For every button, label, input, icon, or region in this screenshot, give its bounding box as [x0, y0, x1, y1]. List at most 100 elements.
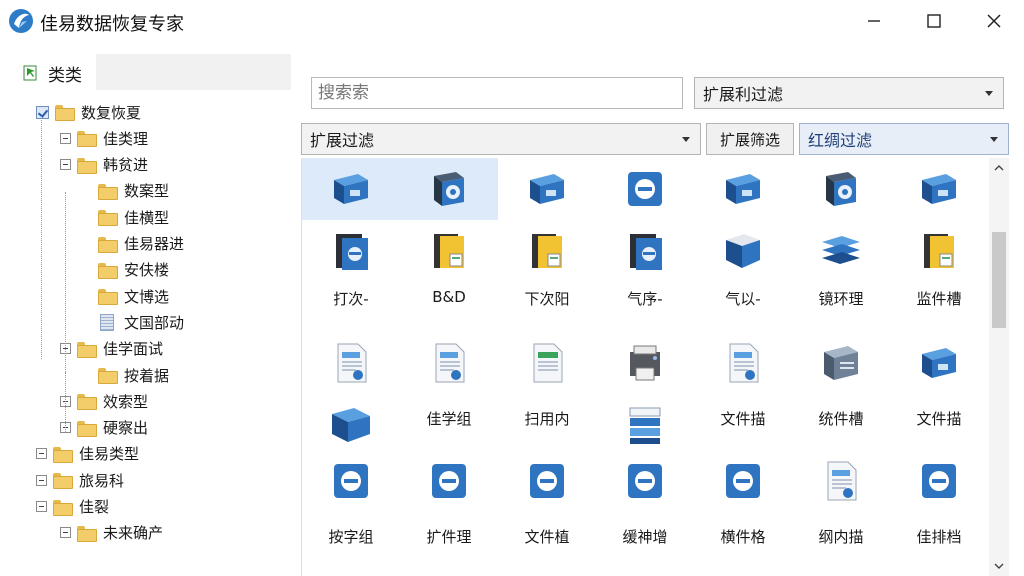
category-header[interactable]: 类类: [22, 58, 82, 88]
file-item[interactable]: 佳排档: [890, 512, 988, 562]
tree-item[interactable]: 佳横型: [98, 205, 169, 229]
minimize-button[interactable]: [842, 0, 906, 42]
tree-item[interactable]: 佳易类型: [36, 442, 139, 466]
file-item[interactable]: 镜环理: [792, 220, 890, 308]
file-item[interactable]: [890, 332, 988, 394]
file-item[interactable]: 打次-: [302, 220, 400, 308]
file-item[interactable]: 文件描: [890, 394, 988, 444]
file-item[interactable]: 监件槽: [890, 220, 988, 308]
file-item[interactable]: 文件植: [498, 512, 596, 562]
tree-item[interactable]: 数复恢夏: [36, 100, 141, 124]
package-icon: [916, 340, 962, 386]
extension-filter-select[interactable]: 扩展利过滤: [694, 77, 1004, 109]
tree-item-label: 未来确产: [103, 524, 164, 543]
disc-icon: [720, 458, 766, 504]
tree-item-label: 数案型: [124, 182, 170, 201]
tree-item[interactable]: 数案型: [98, 179, 169, 203]
file-item[interactable]: [302, 332, 400, 394]
tree-item[interactable]: 按着据: [98, 363, 169, 387]
file-item[interactable]: [694, 332, 792, 394]
file-item[interactable]: [400, 158, 498, 220]
minimize-icon: [868, 20, 880, 22]
file-item[interactable]: 文件描: [694, 394, 792, 444]
file-item[interactable]: [302, 450, 400, 512]
vertical-scrollbar[interactable]: [989, 158, 1009, 576]
file-item[interactable]: 气以-: [694, 220, 792, 308]
file-item[interactable]: [596, 450, 694, 512]
folder-icon: [77, 394, 97, 411]
file-item[interactable]: [302, 394, 400, 456]
file-item[interactable]: [792, 450, 890, 512]
close-button[interactable]: [962, 0, 1024, 42]
chevron-down-icon: [682, 137, 690, 142]
tree-item[interactable]: 佳易器进: [98, 232, 184, 256]
file-item[interactable]: 气序-: [596, 220, 694, 308]
file-item[interactable]: 扫用内: [498, 394, 596, 444]
collapse-icon[interactable]: [36, 501, 47, 512]
tree-item[interactable]: 佳裂: [36, 495, 109, 519]
collapse-icon[interactable]: [36, 448, 47, 460]
collapse-icon[interactable]: [60, 527, 71, 539]
collapse-icon[interactable]: [60, 132, 71, 144]
red-filter-select[interactable]: 红绸过滤: [799, 123, 1009, 155]
collapse-icon[interactable]: [60, 159, 71, 171]
printer-icon: [622, 340, 668, 386]
file-item[interactable]: [596, 158, 694, 220]
disc-icon: [426, 458, 472, 504]
file-item[interactable]: [400, 332, 498, 394]
file-item[interactable]: B&D: [400, 220, 498, 306]
file-item[interactable]: [596, 394, 694, 456]
tree-item[interactable]: 佳类理: [60, 126, 148, 150]
tree-item[interactable]: 文博选: [98, 284, 169, 308]
scroll-up-button[interactable]: [989, 158, 1009, 178]
file-item[interactable]: [400, 450, 498, 512]
file-item[interactable]: 扩件理: [400, 512, 498, 562]
file-item[interactable]: 按字组: [302, 512, 400, 562]
app-logo-icon: [9, 9, 33, 33]
file-item[interactable]: 纲内描: [792, 512, 890, 562]
file-item[interactable]: 统件槽: [792, 394, 890, 444]
tree-item-label: 按着据: [124, 366, 170, 385]
file-item[interactable]: [792, 332, 890, 394]
document-icon: [720, 340, 766, 386]
file-item-label: 佳学组: [426, 410, 472, 428]
search-input[interactable]: [311, 77, 683, 109]
open-box-icon: [328, 402, 374, 448]
collapse-icon[interactable]: [36, 474, 47, 486]
file-item[interactable]: 佳学组: [400, 394, 498, 444]
tree-item[interactable]: 旅易科: [36, 468, 124, 492]
checkbox-icon[interactable]: [36, 105, 49, 119]
filter-select[interactable]: 扩展过滤: [301, 123, 701, 155]
file-item[interactable]: 缓神增: [596, 512, 694, 562]
tree-item[interactable]: 硬察出: [60, 416, 148, 440]
file-item[interactable]: [596, 332, 694, 394]
tree-item[interactable]: 佳学面试: [60, 337, 163, 361]
tree-item[interactable]: 未来确产: [60, 521, 163, 545]
file-item[interactable]: [498, 158, 596, 220]
file-item[interactable]: [694, 450, 792, 512]
tree-item[interactable]: 效索型: [60, 389, 148, 413]
file-item-label: 文件描: [720, 410, 766, 428]
file-item[interactable]: [302, 158, 400, 220]
disk-package-icon: [426, 166, 472, 212]
tree-item[interactable]: 安伕楼: [98, 258, 169, 282]
document-icon: [426, 340, 472, 386]
file-item[interactable]: [498, 332, 596, 394]
file-item[interactable]: [694, 158, 792, 220]
scroll-thumb[interactable]: [992, 232, 1006, 328]
file-item[interactable]: [890, 158, 988, 220]
maximize-button[interactable]: [902, 0, 966, 42]
extension-button[interactable]: 扩展筛选: [706, 123, 794, 155]
file-item-label: 镜环理: [818, 290, 864, 308]
tree-item[interactable]: 韩贫进: [60, 153, 148, 177]
folder-icon: [53, 446, 73, 463]
file-item[interactable]: [792, 158, 890, 220]
tree-item[interactable]: 文国部动: [98, 310, 184, 334]
file-item[interactable]: [498, 450, 596, 512]
package-icon: [720, 166, 766, 212]
scroll-down-button[interactable]: [989, 556, 1009, 576]
file-item[interactable]: 横件格: [694, 512, 792, 562]
tree-item-label: 数复恢夏: [81, 103, 142, 122]
file-item[interactable]: [890, 450, 988, 512]
file-item[interactable]: 下次阳: [498, 220, 596, 308]
